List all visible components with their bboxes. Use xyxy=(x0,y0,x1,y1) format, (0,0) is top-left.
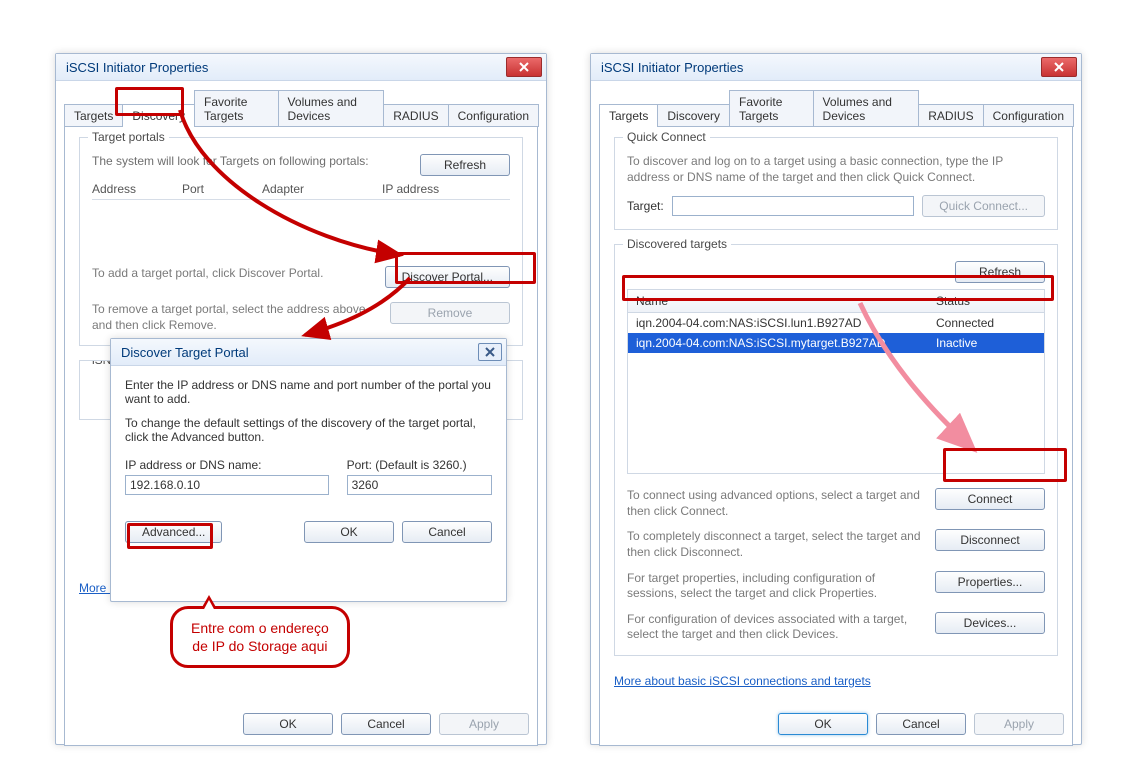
target-label: Target: xyxy=(627,199,664,213)
port-input[interactable] xyxy=(347,475,492,495)
row-status: Connected xyxy=(928,313,1044,333)
add-portal-text: To add a target portal, click Discover P… xyxy=(92,266,371,282)
disconnect-text: To completely disconnect a target, selec… xyxy=(627,529,921,560)
tab-volumes-devices[interactable]: Volumes and Devices xyxy=(813,90,920,127)
ok-button[interactable]: OK xyxy=(778,713,868,735)
tab-favorite-targets[interactable]: Favorite Targets xyxy=(729,90,814,127)
list-header: Name Status xyxy=(627,289,1045,313)
disconnect-button[interactable]: Disconnect xyxy=(935,529,1045,551)
portal-list-empty xyxy=(92,200,510,260)
remove-portal-text: To remove a target portal, select the ad… xyxy=(92,302,376,333)
apply-button[interactable]: Apply xyxy=(439,713,529,735)
tab-radius[interactable]: RADIUS xyxy=(918,104,983,127)
window-title: iSCSI Initiator Properties xyxy=(66,60,208,75)
col-status: Status xyxy=(928,290,1044,312)
ok-button[interactable]: OK xyxy=(304,521,394,543)
tab-favorite-targets[interactable]: Favorite Targets xyxy=(194,90,279,127)
portals-caption: The system will look for Targets on foll… xyxy=(92,154,406,168)
window-title: iSCSI Initiator Properties xyxy=(601,60,743,75)
devices-button[interactable]: Devices... xyxy=(935,612,1045,634)
ip-label: IP address or DNS name: xyxy=(125,458,329,472)
connect-text: To connect using advanced options, selec… xyxy=(627,488,921,519)
target-input[interactable] xyxy=(672,196,915,216)
port-label: Port: (Default is 3260.) xyxy=(347,458,492,472)
dialog-titlebar[interactable]: Discover Target Portal xyxy=(111,339,506,366)
titlebar[interactable]: iSCSI Initiator Properties xyxy=(591,54,1081,81)
dialog-para2: To change the default settings of the di… xyxy=(125,416,492,444)
connect-button[interactable]: Connect xyxy=(935,488,1045,510)
refresh-button[interactable]: Refresh xyxy=(955,261,1045,283)
remove-button[interactable]: Remove xyxy=(390,302,510,324)
tab-radius[interactable]: RADIUS xyxy=(383,104,448,127)
tab-configuration[interactable]: Configuration xyxy=(448,104,539,127)
ip-input[interactable] xyxy=(125,475,329,495)
ok-button[interactable]: OK xyxy=(243,713,333,735)
cancel-button[interactable]: Cancel xyxy=(402,521,492,543)
tab-targets[interactable]: Targets xyxy=(64,104,123,127)
tab-volumes-devices[interactable]: Volumes and Devices xyxy=(278,90,385,127)
properties-button[interactable]: Properties... xyxy=(935,571,1045,593)
quick-connect-button[interactable]: Quick Connect... xyxy=(922,195,1045,217)
discovered-targets-group: Discovered targets Refresh Name Status i… xyxy=(614,244,1058,656)
more-targets-link[interactable]: More about basic iSCSI connections and t… xyxy=(614,674,871,688)
titlebar[interactable]: iSCSI Initiator Properties xyxy=(56,54,546,81)
tabs: Targets Discovery Favorite Targets Volum… xyxy=(591,81,1081,126)
cancel-button[interactable]: Cancel xyxy=(341,713,431,735)
col-address: Address xyxy=(92,182,182,196)
target-portals-group: Target portals The system will look for … xyxy=(79,137,523,346)
dialog-para1: Enter the IP address or DNS name and por… xyxy=(125,378,492,406)
row-name: iqn.2004-04.com:NAS:iSCSI.mytarget.B927A… xyxy=(628,333,928,353)
advanced-button[interactable]: Advanced... xyxy=(125,521,222,543)
close-icon[interactable] xyxy=(1041,57,1077,77)
apply-button[interactable]: Apply xyxy=(974,713,1064,735)
callout-line2: de IP do Storage aqui xyxy=(191,637,329,655)
dialog-footer: OK Cancel Apply xyxy=(73,703,529,735)
col-adapter: Adapter xyxy=(262,182,382,196)
devices-text: For configuration of devices associated … xyxy=(627,612,921,643)
list-item-selected[interactable]: iqn.2004-04.com:NAS:iSCSI.mytarget.B927A… xyxy=(628,333,1044,353)
callout-line1: Entre com o endereço xyxy=(191,619,329,637)
tab-targets[interactable]: Targets xyxy=(599,104,658,127)
quick-connect-group: Quick Connect To discover and log on to … xyxy=(614,137,1058,230)
list-item[interactable]: iqn.2004-04.com:NAS:iSCSI.lun1.B927AD Co… xyxy=(628,313,1044,333)
discover-portal-button[interactable]: Discover Portal... xyxy=(385,266,510,288)
quick-connect-caption: To discover and log on to a target using… xyxy=(627,154,1045,185)
tab-discovery[interactable]: Discovery xyxy=(122,104,195,127)
callout-bubble: Entre com o endereço de IP do Storage aq… xyxy=(170,606,350,668)
row-name: iqn.2004-04.com:NAS:iSCSI.lun1.B927AD xyxy=(628,313,928,333)
close-icon[interactable] xyxy=(506,57,542,77)
group-title: Target portals xyxy=(88,130,169,144)
close-icon[interactable] xyxy=(478,343,502,361)
portal-columns: Address Port Adapter IP address xyxy=(92,182,510,200)
target-list[interactable]: iqn.2004-04.com:NAS:iSCSI.lun1.B927AD Co… xyxy=(627,313,1045,474)
col-ipaddress: IP address xyxy=(382,182,510,196)
right-iscsi-properties-window: iSCSI Initiator Properties Targets Disco… xyxy=(590,53,1082,745)
tab-discovery[interactable]: Discovery xyxy=(657,104,730,127)
col-port: Port xyxy=(182,182,262,196)
tab-page: Quick Connect To discover and log on to … xyxy=(599,126,1073,746)
dialog-body: Enter the IP address or DNS name and por… xyxy=(111,366,506,555)
tab-configuration[interactable]: Configuration xyxy=(983,104,1074,127)
group-title: Discovered targets xyxy=(623,237,731,251)
cancel-button[interactable]: Cancel xyxy=(876,713,966,735)
col-name: Name xyxy=(628,290,928,312)
properties-text: For target properties, including configu… xyxy=(627,571,921,602)
dialog-title: Discover Target Portal xyxy=(121,345,249,360)
group-title: Quick Connect xyxy=(623,130,710,144)
refresh-button[interactable]: Refresh xyxy=(420,154,510,176)
row-status: Inactive xyxy=(928,333,1044,353)
tabs: Targets Discovery Favorite Targets Volum… xyxy=(56,81,546,126)
discover-target-portal-dialog: Discover Target Portal Enter the IP addr… xyxy=(110,338,507,602)
dialog-footer: OK Cancel Apply xyxy=(608,703,1064,735)
